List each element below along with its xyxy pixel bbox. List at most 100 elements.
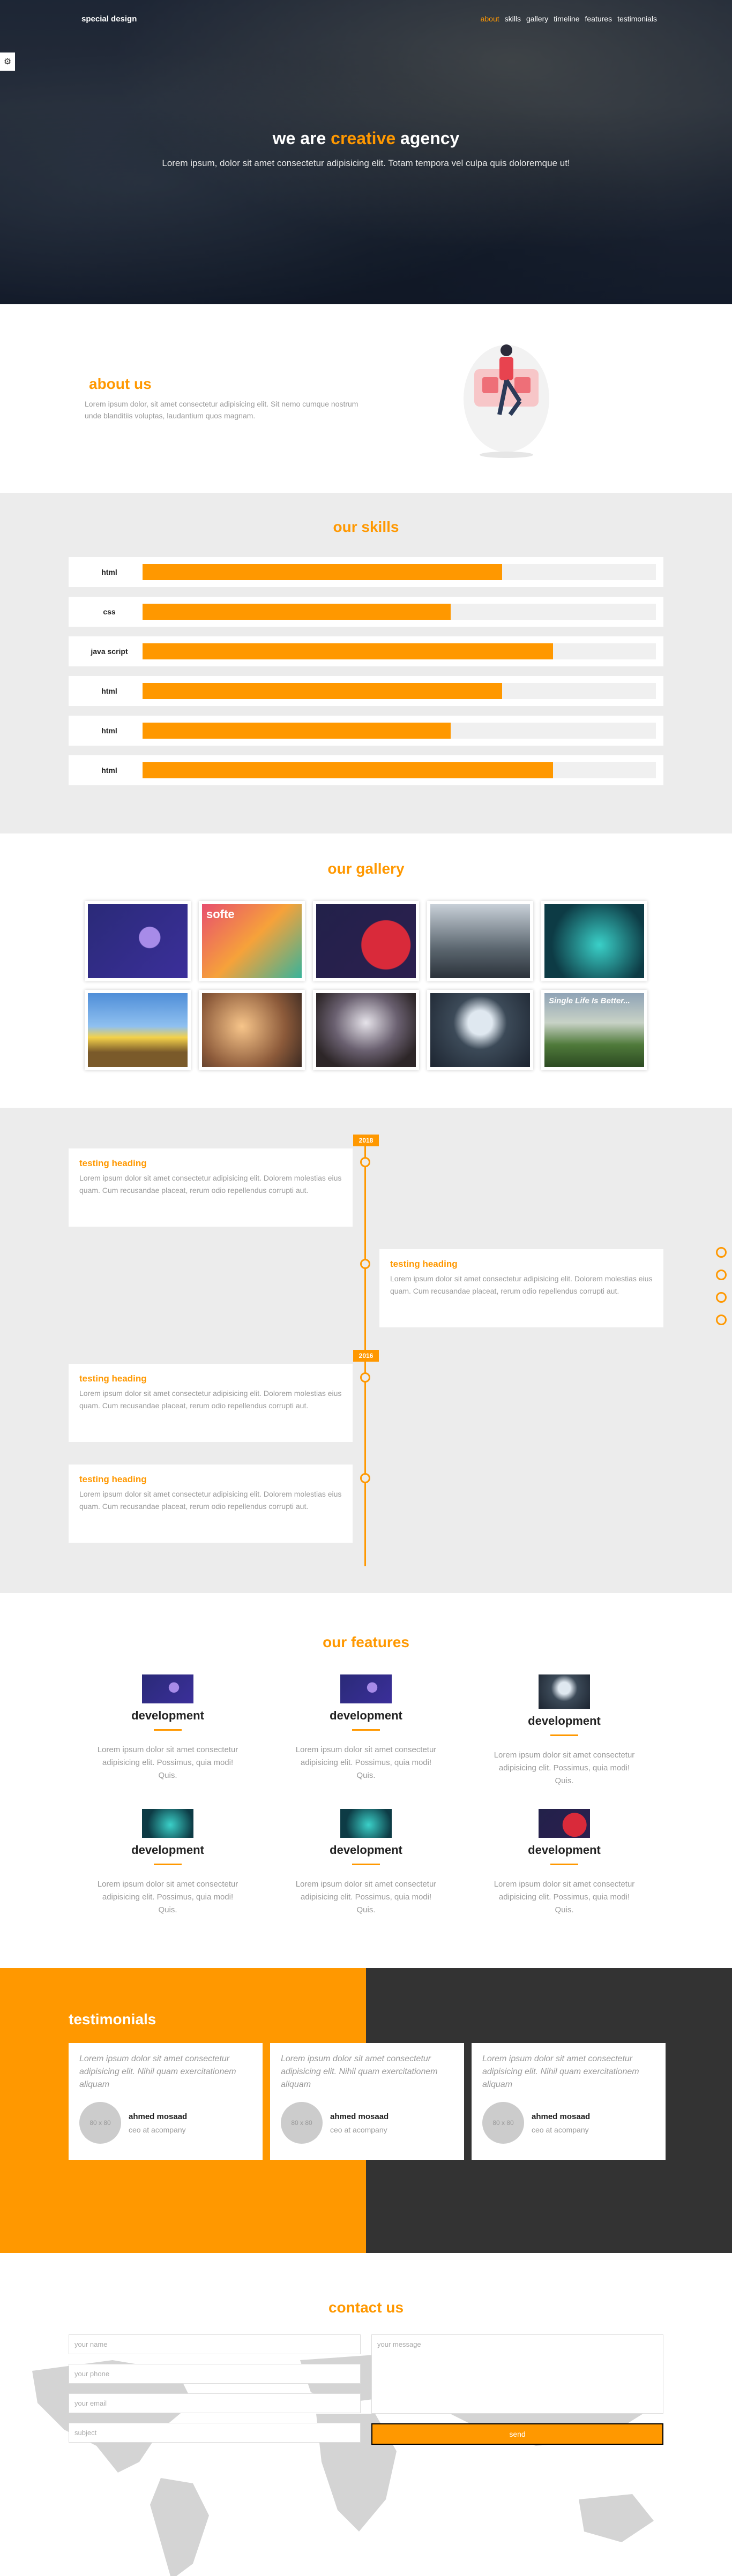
name-field[interactable]: your name (69, 2334, 361, 2354)
settings-gear-icon[interactable]: ⚙ (0, 52, 15, 71)
avatar: 80 x 80 (281, 2102, 323, 2144)
skill-list: html css java script html html html (69, 557, 663, 785)
testimonial-name: ahmed mosaad (129, 2112, 188, 2121)
feature-image (340, 1809, 392, 1838)
brand-logo[interactable]: special design (81, 14, 137, 24)
message-field[interactable]: your message (371, 2334, 663, 2414)
nav-links: about skills gallery timeline features t… (481, 14, 657, 23)
testimonial-name: ahmed mosaad (330, 2112, 389, 2121)
section-bullets (716, 1247, 727, 1325)
testimonial-quote: Lorem ipsum dolor sit amet consectetur a… (79, 2054, 236, 2089)
skill-progress-fill (143, 604, 451, 620)
skill-row: css (69, 597, 663, 627)
about-section: about us Lorem ipsum dolor, sit amet con… (0, 304, 732, 493)
feature-title: development (528, 1714, 601, 1728)
timeline-card-title: testing heading (79, 1373, 147, 1384)
nav-link-gallery[interactable]: gallery (526, 14, 548, 23)
nav-link-skills[interactable]: skills (505, 14, 521, 23)
contact-section: contact us your name your phone your ema… (0, 2253, 732, 2576)
section-bullet[interactable] (716, 1315, 727, 1325)
timeline-dot (360, 1157, 370, 1167)
skill-progress-track (143, 604, 656, 620)
testimonial-card: Lorem ipsum dolor sit amet consectetur a… (69, 2043, 263, 2160)
section-bullet[interactable] (716, 1270, 727, 1280)
testimonial-role: ceo at acompany (330, 2125, 387, 2134)
email-field[interactable]: your email (69, 2393, 361, 2413)
gallery-image[interactable] (541, 901, 647, 981)
feature-item: development Lorem ipsum dolor sit amet c… (267, 1809, 465, 1917)
feature-text: Lorem ipsum dolor sit amet consectetur a… (494, 1751, 635, 1785)
gallery-image[interactable] (427, 901, 533, 981)
skill-name: html (101, 766, 117, 775)
testimonial-card: Lorem ipsum dolor sit amet consectetur a… (472, 2043, 666, 2160)
gallery-image[interactable] (313, 990, 419, 1070)
skill-name: html (101, 687, 117, 695)
feature-text: Lorem ipsum dolor sit amet consectetur a… (494, 1880, 635, 1914)
skills-title: our skills (333, 519, 399, 535)
avatar: 80 x 80 (79, 2102, 121, 2144)
feature-item: development Lorem ipsum dolor sit amet c… (69, 1809, 267, 1917)
gallery-image[interactable] (427, 990, 533, 1070)
gallery-image[interactable] (199, 990, 305, 1070)
feature-image (539, 1674, 590, 1709)
skill-name: html (101, 726, 117, 735)
hero-title: we are creative agency (272, 129, 460, 148)
section-bullet[interactable] (716, 1247, 727, 1258)
skill-progress-fill (143, 762, 554, 778)
feature-item: development Lorem ipsum dolor sit amet c… (267, 1674, 465, 1788)
timeline-card-text: Lorem ipsum dolor sit amet consectetur a… (79, 1490, 342, 1511)
about-illustration (464, 344, 549, 458)
timeline-section: 2018 2016 testing heading Lorem ipsum do… (0, 1108, 732, 1593)
gallery-image[interactable] (313, 901, 419, 981)
hero-subtitle: Lorem ipsum, dolor sit amet consectetur … (162, 158, 570, 168)
timeline-card-title: testing heading (79, 1474, 147, 1484)
feature-item: development Lorem ipsum dolor sit amet c… (69, 1674, 267, 1788)
send-button[interactable]: send (371, 2423, 663, 2445)
feature-divider (154, 1864, 182, 1865)
section-bullet[interactable] (716, 1292, 727, 1303)
hero-title-highlight: creative (331, 129, 396, 148)
testimonial-cards: Lorem ipsum dolor sit amet consectetur a… (69, 2043, 666, 2160)
feature-divider (550, 1864, 578, 1865)
features-section: our features development Lorem ipsum dol… (0, 1593, 732, 1968)
timeline-card: testing heading Lorem ipsum dolor sit am… (69, 1465, 353, 1543)
feature-item: development Lorem ipsum dolor sit amet c… (465, 1809, 663, 1917)
gallery-image[interactable]: Single Life Is Better... (541, 990, 647, 1070)
nav-link-timeline[interactable]: timeline (554, 14, 579, 23)
testimonial-quote: Lorem ipsum dolor sit amet consectetur a… (281, 2054, 438, 2089)
gallery-image[interactable]: softe (199, 901, 305, 981)
gallery-image[interactable] (85, 990, 191, 1070)
timeline-card: testing heading Lorem ipsum dolor sit am… (379, 1249, 663, 1327)
skill-progress-fill (143, 723, 451, 739)
skill-row: html (69, 755, 663, 785)
nav-link-testimonials[interactable]: testimonials (617, 14, 657, 23)
skill-progress-track (143, 643, 656, 659)
nav-link-features[interactable]: features (585, 14, 612, 23)
feature-title: development (131, 1843, 204, 1857)
hero-section: special design about skills gallery time… (0, 0, 732, 304)
skill-name: java script (91, 647, 128, 656)
timeline-dot (360, 1372, 370, 1383)
about-title: about us (89, 375, 152, 392)
feature-text: Lorem ipsum dolor sit amet consectetur a… (97, 1745, 238, 1780)
timeline-dot (360, 1473, 370, 1483)
gallery-image[interactable] (85, 901, 191, 981)
subject-field[interactable]: subject (69, 2423, 361, 2443)
timeline-year: 2018 (353, 1135, 379, 1146)
nav-link-about[interactable]: about (481, 14, 499, 23)
timeline-dot (360, 1259, 370, 1269)
skill-progress-track (143, 564, 656, 580)
gallery-title: our gallery (327, 860, 405, 877)
skills-section: our skills html css java script html html htm… (0, 493, 732, 833)
phone-field[interactable]: your phone (69, 2364, 361, 2384)
about-text: Lorem ipsum dolor, sit amet consectetur … (85, 400, 358, 420)
timeline-card-text: Lorem ipsum dolor sit amet consectetur a… (79, 1174, 342, 1195)
feature-text: Lorem ipsum dolor sit amet consectetur a… (97, 1880, 238, 1914)
skill-name: html (101, 568, 117, 576)
testimonial-name: ahmed mosaad (532, 2112, 591, 2121)
testimonials-section: testimonials Lorem ipsum dolor sit amet … (0, 1968, 732, 2253)
feature-divider (550, 1734, 578, 1736)
feature-title: development (330, 1843, 402, 1857)
timeline-year: 2016 (353, 1350, 379, 1362)
contact-title: contact us (328, 2299, 404, 2316)
